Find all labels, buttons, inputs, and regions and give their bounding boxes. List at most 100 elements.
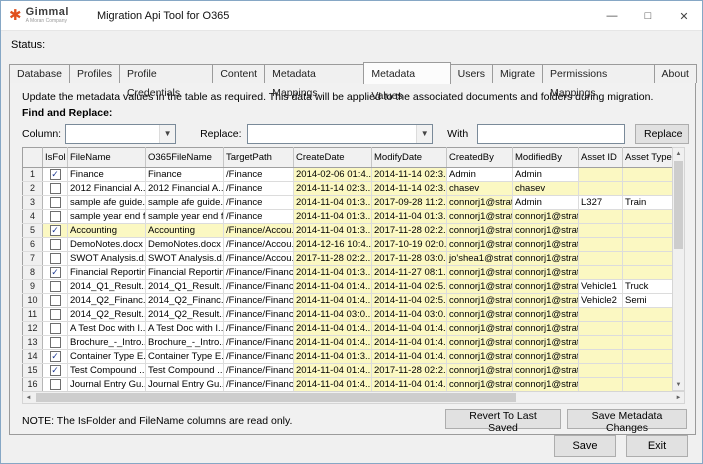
- tab-database[interactable]: Database: [9, 64, 70, 83]
- scroll-right-icon[interactable]: ►: [673, 392, 684, 403]
- cell-asset-id[interactable]: [579, 350, 623, 364]
- cell-asset-id[interactable]: Vehicle1: [579, 280, 623, 294]
- column-header-modifydate[interactable]: ModifyDate: [372, 148, 447, 168]
- cell-o365filename[interactable]: Financial Reporting: [146, 266, 224, 280]
- cell-asset-type[interactable]: [623, 210, 673, 224]
- row-header[interactable]: 15: [23, 364, 43, 378]
- cell-modifydate[interactable]: 2017-09-28 11:2...: [372, 196, 447, 210]
- cell-asset-type[interactable]: [623, 322, 673, 336]
- cell-modifydate[interactable]: 2014-11-04 03:0...: [372, 308, 447, 322]
- cell-asset-id[interactable]: L327: [579, 196, 623, 210]
- cell-asset-id[interactable]: [579, 322, 623, 336]
- cell-targetpath[interactable]: /Finance/Financi...: [224, 336, 294, 350]
- cell-createdby[interactable]: connorj1@strate...: [447, 308, 513, 322]
- cell-createdby[interactable]: chasev: [447, 182, 513, 196]
- cell-targetpath[interactable]: /Finance/Accou...: [224, 252, 294, 266]
- cell-asset-id[interactable]: Vehicle2: [579, 294, 623, 308]
- cell-createdby[interactable]: connorj1@strate...: [447, 266, 513, 280]
- replace-button[interactable]: Replace: [635, 124, 689, 144]
- cell-asset-id[interactable]: [579, 210, 623, 224]
- cell-createdate[interactable]: 2017-11-28 02:2...: [294, 252, 372, 266]
- cell-modifydate[interactable]: 2017-11-28 02:2...: [372, 224, 447, 238]
- cell-modifydate[interactable]: 2014-11-04 01:4...: [372, 378, 447, 392]
- cell-asset-type[interactable]: [623, 182, 673, 196]
- vertical-scrollbar-thumb[interactable]: [674, 161, 683, 249]
- cell-modifiedby[interactable]: connorj1@strate...: [513, 210, 579, 224]
- cell-asset-type[interactable]: [623, 224, 673, 238]
- row-header[interactable]: 11: [23, 308, 43, 322]
- cell-asset-id[interactable]: [579, 266, 623, 280]
- row-header[interactable]: 4: [23, 210, 43, 224]
- cell-asset-type[interactable]: [623, 336, 673, 350]
- cell-o365filename[interactable]: 2014_Q2_Result...: [146, 308, 224, 322]
- cell-createdate[interactable]: 2014-11-04 01:4...: [294, 336, 372, 350]
- row-header[interactable]: 6: [23, 238, 43, 252]
- cell-modifiedby[interactable]: connorj1@strate...: [513, 336, 579, 350]
- cell-modifydate[interactable]: 2014-11-27 08:1...: [372, 266, 447, 280]
- scroll-up-icon[interactable]: ▲: [673, 148, 684, 159]
- cell-targetpath[interactable]: /Finance/Financi...: [224, 308, 294, 322]
- cell-createdby[interactable]: connorj1@strate...: [447, 350, 513, 364]
- tab-metadata-mappings[interactable]: Metadata Mappings: [264, 64, 364, 83]
- cell-targetpath[interactable]: /Finance/Financi...: [224, 294, 294, 308]
- cell-targetpath[interactable]: /Finance: [224, 196, 294, 210]
- save-button[interactable]: Save: [554, 435, 616, 457]
- cell-modifydate[interactable]: 2014-11-14 02:3...: [372, 182, 447, 196]
- cell-o365filename[interactable]: Accounting: [146, 224, 224, 238]
- cell-createdby[interactable]: Admin: [447, 168, 513, 182]
- cell-createdate[interactable]: 2014-11-04 01:3...: [294, 196, 372, 210]
- row-header[interactable]: 10: [23, 294, 43, 308]
- cell-targetpath[interactable]: /Finance/Financi...: [224, 364, 294, 378]
- scroll-left-icon[interactable]: ◄: [23, 392, 34, 403]
- cell-asset-id[interactable]: [579, 336, 623, 350]
- column-header-createdate[interactable]: CreateDate: [294, 148, 372, 168]
- cell-asset-id[interactable]: [579, 364, 623, 378]
- cell-createdby[interactable]: jo'shea1@strateg...: [447, 252, 513, 266]
- cell-modifiedby[interactable]: connorj1@strate...: [513, 308, 579, 322]
- cell-createdby[interactable]: connorj1@strate...: [447, 238, 513, 252]
- cell-asset-id[interactable]: [579, 224, 623, 238]
- cell-createdate[interactable]: 2014-11-04 01:4...: [294, 378, 372, 392]
- cell-targetpath[interactable]: /Finance/Accou...: [224, 224, 294, 238]
- row-header[interactable]: 13: [23, 336, 43, 350]
- cell-asset-type[interactable]: [623, 238, 673, 252]
- cell-asset-type[interactable]: [623, 308, 673, 322]
- chevron-down-icon[interactable]: ▼: [416, 125, 432, 143]
- cell-modifydate[interactable]: 2014-11-04 02:5...: [372, 294, 447, 308]
- tab-about[interactable]: About: [654, 64, 697, 83]
- cell-modifiedby[interactable]: Admin: [513, 168, 579, 182]
- cell-createdby[interactable]: connorj1@strate...: [447, 294, 513, 308]
- row-header[interactable]: 12: [23, 322, 43, 336]
- cell-targetpath[interactable]: /Finance/Financi...: [224, 266, 294, 280]
- row-header[interactable]: 14: [23, 350, 43, 364]
- maximize-button[interactable]: □: [630, 1, 666, 31]
- cell-asset-type[interactable]: [623, 350, 673, 364]
- cell-asset-type[interactable]: [623, 266, 673, 280]
- cell-o365filename[interactable]: 2014_Q2_Financ...: [146, 294, 224, 308]
- cell-asset-id[interactable]: [579, 252, 623, 266]
- cell-targetpath[interactable]: /Finance: [224, 168, 294, 182]
- cell-o365filename[interactable]: sample afe guide...: [146, 196, 224, 210]
- tab-migrate[interactable]: Migrate: [492, 64, 543, 83]
- cell-createdby[interactable]: connorj1@strate...: [447, 210, 513, 224]
- cell-modifiedby[interactable]: connorj1@strate...: [513, 378, 579, 392]
- cell-modifiedby[interactable]: connorj1@strate...: [513, 280, 579, 294]
- column-header-asset-id[interactable]: Asset ID: [579, 148, 623, 168]
- with-input[interactable]: [477, 124, 625, 144]
- cell-o365filename[interactable]: sample year end f...: [146, 210, 224, 224]
- cell-asset-id[interactable]: [579, 168, 623, 182]
- grid-corner[interactable]: [23, 148, 43, 168]
- tab-users[interactable]: Users: [450, 64, 493, 83]
- cell-asset-id[interactable]: [579, 308, 623, 322]
- column-header-targetpath[interactable]: TargetPath: [224, 148, 294, 168]
- tab-metadata-values[interactable]: Metadata Values: [363, 62, 450, 84]
- cell-modifydate[interactable]: 2014-11-04 01:4...: [372, 350, 447, 364]
- cell-createdate[interactable]: 2014-02-06 01:4...: [294, 168, 372, 182]
- cell-o365filename[interactable]: Container Type E...: [146, 350, 224, 364]
- cell-modifiedby[interactable]: connorj1@strate...: [513, 322, 579, 336]
- cell-createdate[interactable]: 2014-11-04 01:4...: [294, 294, 372, 308]
- cell-createdate[interactable]: 2014-11-04 01:3...: [294, 350, 372, 364]
- cell-createdby[interactable]: connorj1@strate...: [447, 322, 513, 336]
- tab-profiles[interactable]: Profiles: [69, 64, 120, 83]
- cell-asset-type[interactable]: [623, 168, 673, 182]
